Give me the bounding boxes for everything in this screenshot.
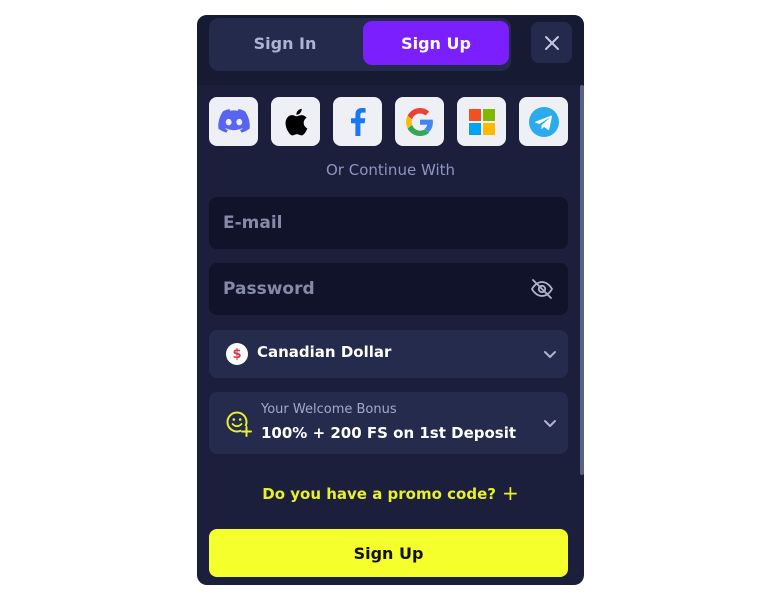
auth-tabs: Sign In Sign Up — [209, 18, 511, 71]
or-continue-with-text: Or Continue With — [325, 161, 456, 179]
social-login-row — [209, 97, 569, 147]
tab-sign-in[interactable]: Sign In — [212, 21, 358, 65]
google-icon — [405, 107, 433, 136]
close-icon — [544, 35, 559, 50]
dollar-icon: $ — [226, 343, 248, 365]
currency-label: Canadian Dollar — [257, 343, 392, 361]
google-login-button[interactable] — [395, 97, 444, 146]
plus-icon: + — [501, 481, 519, 505]
welcome-bonus-caption: Your Welcome Bonus — [261, 402, 397, 417]
apple-login-button[interactable] — [271, 97, 320, 146]
facebook-icon — [350, 107, 366, 136]
facebook-login-button[interactable] — [333, 97, 382, 146]
chevron-down-icon — [544, 351, 556, 358]
sign-up-modal: Sign In Sign Up Or Continue With E-mail … — [197, 15, 584, 585]
smile-plus-icon — [226, 411, 252, 437]
welcome-bonus-select[interactable]: Your Welcome Bonus 100% + 200 FS on 1st … — [209, 392, 568, 454]
microsoft-icon — [468, 108, 495, 135]
promo-code-toggle[interactable]: Do you have a promo code? + — [197, 481, 584, 505]
welcome-bonus-value: 100% + 200 FS on 1st Deposit — [261, 424, 517, 442]
close-button[interactable] — [531, 22, 572, 63]
sign-up-submit-button[interactable]: Sign Up — [209, 529, 568, 577]
microsoft-login-button[interactable] — [457, 97, 506, 146]
email-field-container — [209, 197, 568, 249]
telegram-login-button[interactable] — [519, 97, 568, 146]
chevron-down-icon — [544, 420, 556, 427]
email-field[interactable] — [209, 197, 568, 249]
tab-sign-up[interactable]: Sign Up — [363, 21, 509, 65]
password-field[interactable] — [209, 263, 568, 315]
promo-code-label: Do you have a promo code? — [262, 485, 496, 503]
modal-header: Sign In Sign Up — [197, 15, 584, 85]
scrollbar[interactable] — [580, 85, 584, 475]
discord-login-button[interactable] — [209, 97, 258, 146]
eye-off-icon[interactable] — [530, 277, 554, 301]
password-field-container — [209, 263, 568, 315]
discord-icon — [217, 108, 250, 133]
telegram-icon — [528, 106, 559, 137]
currency-select[interactable]: $ Canadian Dollar — [209, 330, 568, 378]
apple-icon — [285, 108, 307, 135]
